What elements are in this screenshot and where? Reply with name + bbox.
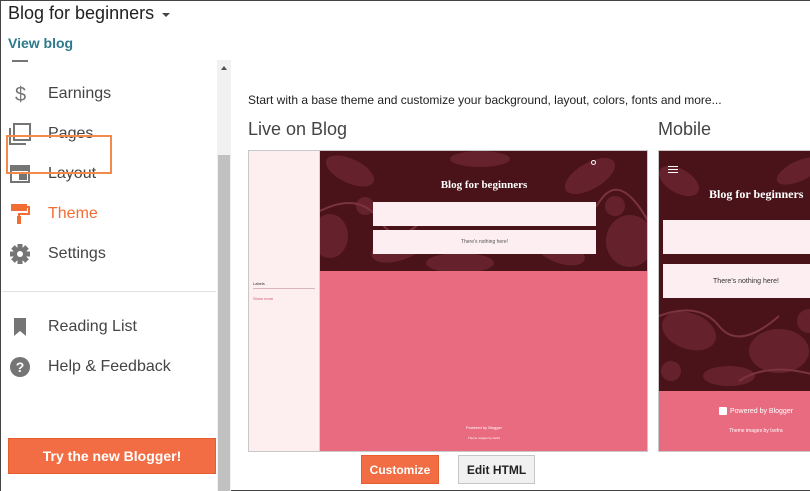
customize-button[interactable]: Customize <box>361 455 439 484</box>
live-on-blog-heading: Live on Blog <box>248 119 348 139</box>
sidebar-item-label: Help & Feedback <box>48 358 171 375</box>
sidebar-item-label: Earnings <box>48 85 112 102</box>
bookmark-icon <box>9 316 31 338</box>
edit-html-button[interactable]: Edit HTML <box>458 455 535 484</box>
scrollbar-thumb[interactable] <box>218 155 230 491</box>
try-new-blogger-button[interactable]: Try the new Blogger! <box>8 438 216 474</box>
sidebar-item-earnings[interactable]: $ Earnings <box>1 74 217 114</box>
search-icon <box>591 160 596 165</box>
mobile-heading: Mobile <box>658 119 712 139</box>
preview-body <box>320 271 647 451</box>
sidebar: $ Earnings Pages Layout Theme Settings R… <box>1 60 217 491</box>
intro-text: Start with a base theme and customize yo… <box>248 93 722 107</box>
menu-icon <box>668 166 678 173</box>
preview-powered-by: Powered by Blogger <box>465 425 503 430</box>
paint-roller-icon <box>9 203 31 225</box>
gear-icon <box>9 243 31 265</box>
theme-images-label: Theme images by <box>729 428 769 434</box>
blogger-logo-icon <box>719 407 727 415</box>
preview-card <box>373 202 596 226</box>
sidebar-item-label: Settings <box>48 245 106 262</box>
preview-theme-images: Theme images by Ixefra <box>320 436 647 440</box>
theme-images-author: Ixefra <box>770 428 783 434</box>
preview-blog-title: Blog for beginners <box>440 179 528 191</box>
blog-title: Blog for beginners <box>8 3 155 23</box>
sidebar-item-label: Theme <box>48 205 98 222</box>
comments-icon <box>9 60 31 69</box>
mobile-theme-preview[interactable]: Blog for beginners There's nothing here!… <box>658 150 810 452</box>
blog-selector[interactable]: Blog for beginners <box>8 3 171 24</box>
powered-label: Powered by Blogger <box>730 407 794 415</box>
sidebar-divider <box>2 291 216 292</box>
sidebar-item-theme[interactable]: Theme <box>1 194 217 234</box>
preview-show-more: Show more <box>253 296 274 301</box>
theme-images-label: Theme images by <box>467 436 492 440</box>
sidebar-item-settings[interactable]: Settings <box>1 234 217 274</box>
active-highlight <box>6 135 112 174</box>
help-icon: ? <box>9 356 31 378</box>
dollar-icon: $ <box>9 83 31 105</box>
preview-empty-card: There's nothing here! <box>373 230 596 254</box>
preview-theme-images: Theme images by Ixefra <box>729 428 783 434</box>
desktop-theme-preview[interactable]: Blog for beginners There's nothing here!… <box>248 150 648 452</box>
theme-images-author: Ixefra <box>492 436 501 440</box>
preview-labels: Labels <box>253 281 265 286</box>
sidebar-item-help[interactable]: ? Help & Feedback <box>1 347 217 387</box>
preview-card <box>663 220 810 254</box>
preview-powered-by: Powered by Blogger <box>719 407 793 415</box>
preview-sidebar <box>249 151 320 451</box>
preview-blog-title: Blog for beginners <box>709 187 804 201</box>
preview-empty-card: There's nothing here! <box>663 264 810 298</box>
chevron-down-icon <box>162 12 171 17</box>
sidebar-scrollbar[interactable] <box>217 60 231 491</box>
sidebar-item-label: Reading List <box>48 318 137 335</box>
svg-text:?: ? <box>16 359 25 375</box>
preview-divider <box>253 288 315 289</box>
scroll-up-icon[interactable] <box>221 66 227 70</box>
view-blog-link[interactable]: View blog <box>8 35 73 51</box>
svg-text:$: $ <box>15 84 26 105</box>
sidebar-item-reading-list[interactable]: Reading List <box>1 307 217 347</box>
